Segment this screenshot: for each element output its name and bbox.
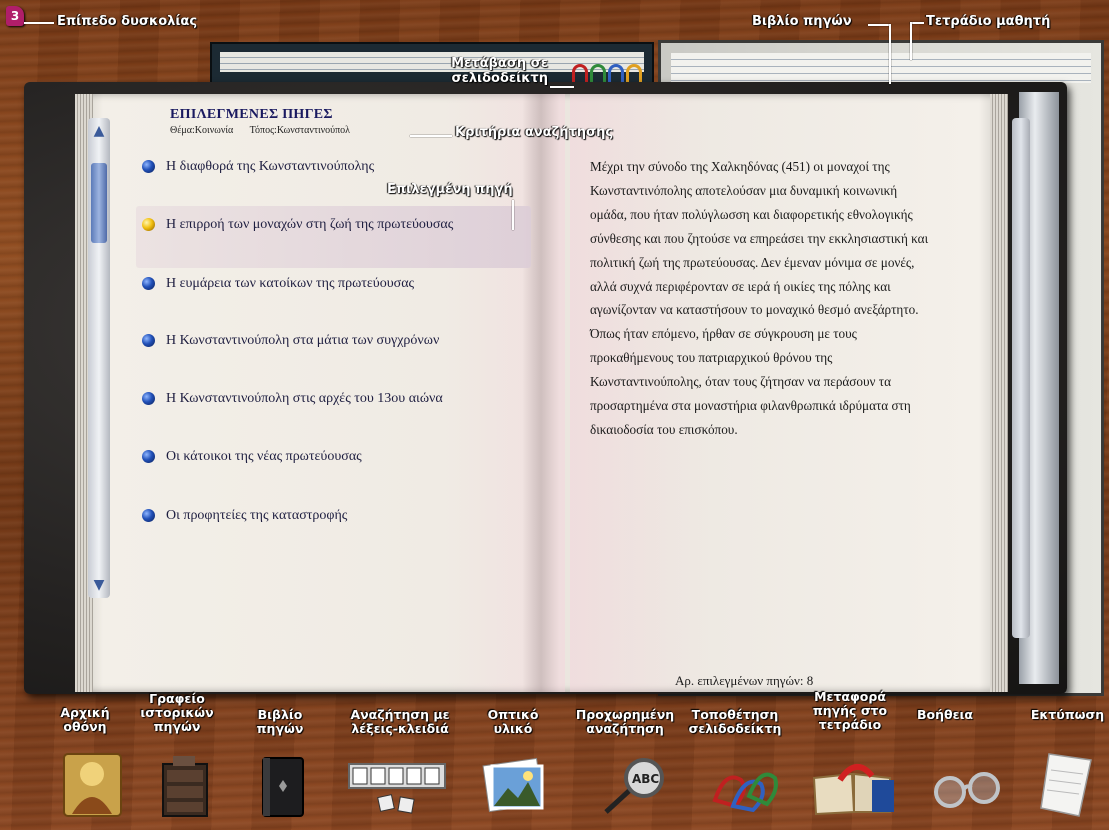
go-to-bookmark-line-1: Μετάβαση σε — [451, 56, 548, 71]
search-criteria-callout: Κριτήρια αναζήτησης — [455, 125, 614, 140]
glasses-icon — [934, 772, 1000, 808]
source-label: Η ευμάρεια των κατοίκων της πρωτεύουσας — [166, 276, 415, 291]
difficulty-level-badge[interactable]: 3 — [6, 6, 24, 26]
source-item-selected[interactable]: Η επιρροή των μοναχών στη ζωή της πρωτεύ… — [142, 214, 542, 236]
scroll-up-icon[interactable]: ▲ — [92, 124, 106, 138]
source-label: Οι κάτοικοι της νέας πρωτεύουσας — [166, 449, 362, 464]
letter-tiles-icon — [348, 763, 446, 814]
selected-bullet-icon — [142, 218, 155, 231]
place-bookmark-label: Τοποθέτηση σελιδοδείκτη — [688, 707, 782, 736]
scroll-down-icon[interactable]: ▼ — [92, 578, 106, 592]
source-item[interactable]: Η Κωνσταντινούπολη στα μάτια των συγχρόν… — [142, 330, 542, 352]
keyword-search-button[interactable] — [345, 750, 450, 820]
source-book-callout: Βιβλίο πηγών — [752, 14, 852, 29]
home-button[interactable] — [60, 750, 125, 820]
scroll-thumb[interactable] — [91, 163, 107, 243]
text-scrollbar[interactable] — [1012, 118, 1030, 638]
visual-material-button[interactable] — [480, 750, 550, 820]
book-transfer-icon — [812, 764, 894, 816]
abc-text: ABC — [632, 772, 659, 786]
go-to-bookmark-callout: Μετάβαση σε σελιδοδείκτη — [428, 56, 548, 86]
source-label: Οι προφητείες της καταστροφής — [166, 508, 348, 523]
source-item[interactable]: Οι κάτοικοι της νέας πρωτεύουσας — [142, 446, 542, 468]
search-criteria: Θέμα:Κοινωνία Τόπος:Κωνσταντινούπολ — [170, 125, 364, 136]
difficulty-level-label: Επίπεδο δυσκολίας — [57, 14, 198, 29]
advanced-search-label: Προχωρημένη αναζήτηση — [575, 707, 675, 736]
icon-portrait-icon — [63, 753, 122, 817]
selected-count: Αρ. επιλεγμένων πηγών: 8 — [675, 673, 814, 688]
print-button[interactable] — [1035, 750, 1100, 820]
home-label: Αρχική οθόνη — [60, 705, 110, 734]
page-edge-right — [990, 94, 1008, 692]
bullet-icon — [142, 509, 155, 522]
paper-icon — [1040, 753, 1092, 817]
source-text: Μέχρι την σύνοδο της Χαλκηδόνας (451) οι… — [590, 159, 929, 437]
visual-material-label: Οπτικό υλικό — [487, 707, 539, 736]
advanced-search-button[interactable]: ABC — [600, 750, 670, 820]
archive-button[interactable] — [155, 750, 215, 820]
selected-source-callout: Επιλεγμένη πηγή — [387, 182, 513, 197]
source-book-label: Βιβλίο πηγών — [256, 707, 304, 736]
magnifier-icon: ABC — [604, 758, 664, 814]
source-item[interactable]: Οι προφητείες της καταστροφής — [142, 505, 542, 527]
student-notebook-callout: Τετράδιο μαθητή — [926, 14, 1051, 29]
move-to-notebook-label: Μεταφορά πηγής στο τετράδιο — [812, 689, 888, 732]
cabinet-icon — [162, 756, 208, 817]
source-label: Η Κωνσταντινούπολη στα μάτια των συγχρόν… — [166, 333, 440, 348]
photos-icon — [482, 757, 544, 813]
source-book-button[interactable] — [255, 750, 310, 820]
bullet-icon — [142, 277, 155, 290]
go-to-bookmark-line-2: σελιδοδείκτη — [451, 71, 548, 86]
paperclips-icon — [712, 772, 778, 813]
source-label: Η Κωνσταντινούπολη στις αρχές του 13ου α… — [166, 391, 443, 406]
sources-scrollbar[interactable]: ▲ ▼ — [88, 118, 110, 598]
book-icon — [262, 757, 304, 817]
criteria-theme: Θέμα:Κοινωνία — [170, 125, 234, 136]
source-item[interactable]: Η Κωνσταντινούπολη στις αρχές του 13ου α… — [142, 388, 542, 410]
move-to-notebook-button[interactable] — [810, 750, 900, 820]
help-button[interactable] — [930, 750, 1005, 820]
source-item[interactable]: Η ευμάρεια των κατοίκων της πρωτεύουσας — [142, 273, 542, 295]
criteria-place: Τόπος:Κωνσταντινούπολ — [249, 125, 351, 136]
archive-label: Γραφείο ιστορικών πηγών — [140, 691, 214, 734]
selected-sources-heading: ΕΠΙΛΕΓΜΕΝΕΣ ΠΗΓΕΣ — [170, 107, 333, 122]
help-label: Βοήθεια — [916, 707, 974, 722]
source-item[interactable]: Η διαφθορά της Κωνσταντινούπολης — [142, 156, 542, 178]
print-label: Εκτύπωση — [1030, 707, 1105, 722]
source-label: Η διαφθορά της Κωνσταντινούπολης — [166, 159, 375, 174]
bullet-icon — [142, 160, 155, 173]
place-bookmark-button[interactable] — [705, 750, 785, 820]
keyword-search-label: Αναζήτηση με λέξεις-κλειδιά — [350, 707, 450, 736]
source-label: Η επιρροή των μοναχών στη ζωή της πρωτεύ… — [166, 217, 454, 232]
bullet-icon — [142, 334, 155, 347]
bullet-icon — [142, 450, 155, 463]
bullet-icon — [142, 392, 155, 405]
